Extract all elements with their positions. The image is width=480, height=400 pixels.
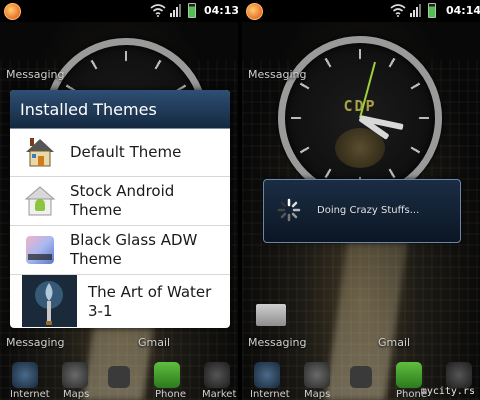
- internet-icon[interactable]: [254, 362, 280, 388]
- dialog-title: Installed Themes: [10, 90, 230, 129]
- dock-label: Maps: [304, 389, 331, 400]
- phone-icon[interactable]: [154, 362, 180, 388]
- theme-item-art-of-water[interactable]: The Art of Water 3-1: [10, 275, 230, 328]
- dock-label: Phone: [155, 389, 186, 400]
- analog-clock-widget[interactable]: CDP: [278, 36, 442, 200]
- app-drawer-icon[interactable]: [350, 366, 372, 388]
- theme-item-black-glass[interactable]: Black Glass ADW Theme: [10, 226, 230, 275]
- progress-dialog: Doing Crazy Stuffs...: [263, 179, 461, 243]
- maps-icon[interactable]: [62, 362, 88, 388]
- notification-icon[interactable]: [246, 3, 263, 20]
- theme-label: The Art of Water 3-1: [88, 283, 212, 320]
- theme-label: Default Theme: [70, 143, 182, 161]
- signal-icon: [170, 4, 181, 17]
- dock-label: Maps: [63, 389, 90, 400]
- messaging-label: Messaging: [248, 68, 307, 81]
- app-drawer-icon[interactable]: [108, 366, 130, 388]
- dock-label: Internet: [10, 389, 50, 400]
- theme-label: Black Glass ADW Theme: [70, 231, 198, 268]
- android-icon: [24, 186, 56, 216]
- spinner-icon: [277, 198, 301, 222]
- dock-label: Market: [202, 389, 237, 400]
- house-icon: [26, 138, 54, 167]
- status-bar: 04:13: [0, 0, 238, 22]
- market-icon[interactable]: [204, 362, 230, 388]
- theme-item-stock-android[interactable]: Stock Android Theme: [10, 177, 230, 226]
- market-icon[interactable]: [446, 362, 472, 388]
- gmail-shortcut-label: Gmail: [378, 336, 411, 349]
- messaging-shortcut-label: Messaging: [248, 336, 307, 349]
- installed-themes-dialog: Installed Themes Default Theme Stock And…: [10, 90, 230, 328]
- theme-item-default[interactable]: Default Theme: [10, 128, 230, 177]
- status-time: 04:14: [446, 4, 480, 17]
- status-time: 04:13: [204, 4, 238, 17]
- watermark: mycity.rs: [420, 386, 475, 397]
- phone-icon[interactable]: [396, 362, 422, 388]
- wifi-icon: [390, 4, 406, 17]
- water-art-icon: [22, 275, 77, 327]
- dock-label: Internet: [250, 389, 290, 400]
- maps-icon[interactable]: [304, 362, 330, 388]
- progress-message: Doing Crazy Stuffs...: [317, 205, 420, 216]
- signal-icon: [410, 4, 421, 17]
- internet-icon[interactable]: [12, 362, 38, 388]
- battery-icon: [188, 3, 196, 18]
- theme-label: Stock Android Theme: [70, 182, 175, 219]
- wifi-icon: [150, 4, 166, 17]
- messaging-shortcut-label: Messaging: [6, 336, 65, 349]
- status-bar: 04:14: [242, 0, 480, 22]
- messaging-app-icon[interactable]: [256, 304, 286, 326]
- left-screen: 04:13 Messaging Installed Themes Default…: [0, 0, 238, 400]
- right-screen: CDP 04:14 Messaging Doing Crazy Stuffs..…: [242, 0, 480, 400]
- gmail-shortcut-label: Gmail: [138, 336, 171, 349]
- glass-tile-icon: [26, 236, 54, 264]
- messaging-label: Messaging: [6, 68, 65, 81]
- battery-icon: [428, 3, 436, 18]
- notification-icon[interactable]: [4, 3, 21, 20]
